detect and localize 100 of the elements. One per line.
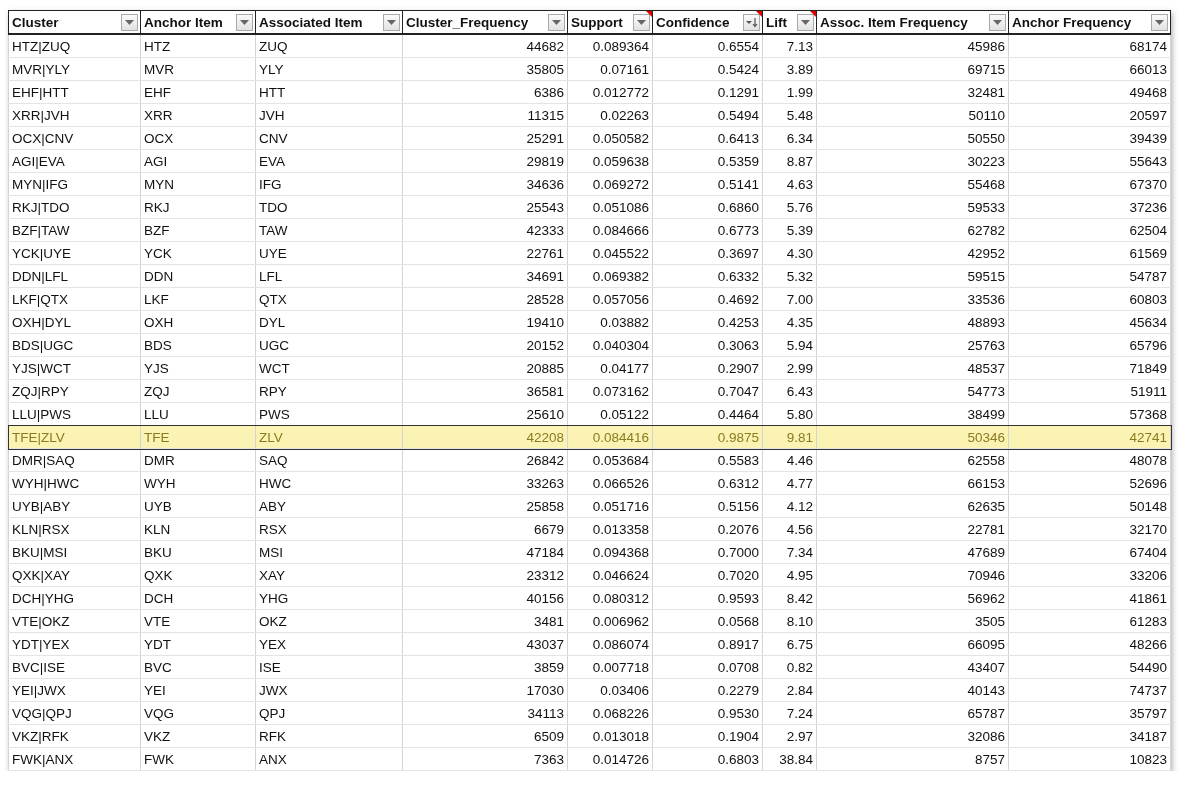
table-cell: 4.12: [762, 494, 817, 518]
table-row[interactable]: LLU|PWS LLU PWS 25610 0.05122 0.4464 5.80 38499 57368: [8, 402, 1171, 426]
table-row[interactable]: DMR|SAQ DMR SAQ 26842 0.053684 0.5583 4.46 62558 48078: [8, 448, 1171, 472]
table-row[interactable]: VKZ|RFK VKZ RFK 6509 0.013018 0.1904 2.97 32086 34187: [8, 724, 1171, 748]
table-cell: 0.6413: [652, 126, 763, 150]
table-cell: 6386: [402, 80, 568, 104]
filter-button[interactable]: [1151, 13, 1168, 31]
table-cell: 17030: [402, 678, 568, 702]
table-cell: YDT: [140, 632, 256, 656]
table-cell: HTZ|ZUQ: [8, 34, 141, 58]
table-row[interactable]: MVR|YLY MVR YLY 35805 0.07161 0.5424 3.89 69715 66013: [8, 57, 1171, 81]
table-cell: 3.89: [762, 57, 817, 81]
table-cell: 3859: [402, 655, 568, 679]
selected-table-row[interactable]: TFE|ZLV TFE ZLV 42208 0.084416 0.9875 9.81 50346 42741: [8, 425, 1171, 449]
table-row[interactable]: AGI|EVA AGI EVA 29819 0.059638 0.5359 8.87 30223 55643: [8, 149, 1171, 173]
table-cell: 0.068226: [567, 701, 653, 725]
table-row[interactable]: ZQJ|RPY ZQJ RPY 36581 0.073162 0.7047 6.43 54773 51911: [8, 379, 1171, 403]
table-cell: 0.5359: [652, 149, 763, 173]
column-header: Anchor Item: [144, 14, 223, 30]
table-row[interactable]: VQG|QPJ VQG QPJ 34113 0.068226 0.9530 7.24 65787 35797: [8, 701, 1171, 725]
table-cell: 0.4253: [652, 310, 763, 334]
table-row[interactable]: EHF|HTT EHF HTT 6386 0.012772 0.1291 1.99 32481 49468: [8, 80, 1171, 104]
table-row[interactable]: VTE|OKZ VTE OKZ 3481 0.006962 0.0568 8.10 3505 61283: [8, 609, 1171, 633]
filter-button[interactable]: [743, 13, 760, 31]
table-row[interactable]: MYN|IFG MYN IFG 34636 0.069272 0.5141 4.63 55468 67370: [8, 172, 1171, 196]
filter-button[interactable]: [383, 13, 400, 31]
table-cell: MYN: [140, 172, 256, 196]
table-row[interactable]: FWK|ANX FWK ANX 7363 0.014726 0.6803 38.84 8757 10823: [8, 747, 1171, 771]
table-row[interactable]: YJS|WCT YJS WCT 20885 0.04177 0.2907 2.99 48537 71849: [8, 356, 1171, 380]
table-cell: 45634: [1008, 310, 1171, 334]
table-row[interactable]: UYB|ABY UYB ABY 25858 0.051716 0.5156 4.12 62635 50148: [8, 494, 1171, 518]
table-cell: 33263: [402, 471, 568, 495]
table-cell: SAQ: [255, 448, 403, 472]
table-cell: DMR: [140, 448, 256, 472]
table-cell: 47689: [816, 540, 1009, 564]
table-cell: DMR|SAQ: [8, 448, 141, 472]
table-row[interactable]: RKJ|TDO RKJ TDO 25543 0.051086 0.6860 5.76 59533 37236: [8, 195, 1171, 219]
table-cell: TFE: [140, 425, 256, 449]
table-cell: 67404: [1008, 540, 1171, 564]
table-cell: HTT: [255, 80, 403, 104]
table-row[interactable]: BZF|TAW BZF TAW 42333 0.084666 0.6773 5.39 62782 62504: [8, 218, 1171, 242]
filter-button[interactable]: [633, 13, 650, 31]
filter-button[interactable]: [236, 13, 253, 31]
dropdown-arrow-icon: [1155, 19, 1164, 25]
table-row[interactable]: WYH|HWC WYH HWC 33263 0.066526 0.6312 4.77 66153 52696: [8, 471, 1171, 495]
table-row[interactable]: DDN|LFL DDN LFL 34691 0.069382 0.6332 5.32 59515 54787: [8, 264, 1171, 288]
table-row[interactable]: YDT|YEX YDT YEX 43037 0.086074 0.8917 6.75 66095 48266: [8, 632, 1171, 656]
table-cell: 60803: [1008, 287, 1171, 311]
table-row[interactable]: DCH|YHG DCH YHG 40156 0.080312 0.9593 8.42 56962 41861: [8, 586, 1171, 610]
table-cell: 47184: [402, 540, 568, 564]
table-cell: 11315: [402, 103, 568, 127]
table-row[interactable]: BVC|ISE BVC ISE 3859 0.007718 0.0708 0.82 43407 54490: [8, 655, 1171, 679]
table-cell: 4.56: [762, 517, 817, 541]
table-cell: DCH|YHG: [8, 586, 141, 610]
table-row[interactable]: YEI|JWX YEI JWX 17030 0.03406 0.2279 2.84 40143 74737: [8, 678, 1171, 702]
table-cell: OXH: [140, 310, 256, 334]
filter-button[interactable]: [797, 13, 814, 31]
table-cell: 67370: [1008, 172, 1171, 196]
table-cell: 50550: [816, 126, 1009, 150]
table-cell: 50346: [816, 425, 1009, 449]
filter-button[interactable]: [989, 13, 1006, 31]
table-row[interactable]: BKU|MSI BKU MSI 47184 0.094368 0.7000 7.34 47689 67404: [8, 540, 1171, 564]
table-cell: 0.6803: [652, 747, 763, 771]
filter-button[interactable]: [548, 13, 565, 31]
table-cell: 48266: [1008, 632, 1171, 656]
table-row[interactable]: HTZ|ZUQ HTZ ZUQ 44682 0.089364 0.6554 7.13 45986 68174: [8, 34, 1171, 58]
table-cell: VQG: [140, 701, 256, 725]
filter-button[interactable]: [121, 13, 138, 31]
table-cell: 0.2279: [652, 678, 763, 702]
column-header: Confidence: [656, 14, 730, 30]
table-cell: 0.9875: [652, 425, 763, 449]
table-cell: 3481: [402, 609, 568, 633]
table-cell: 50148: [1008, 494, 1171, 518]
table-cell: 0.006962: [567, 609, 653, 633]
table-cell: TFE|ZLV: [8, 425, 141, 449]
table-row[interactable]: LKF|QTX LKF QTX 28528 0.057056 0.4692 7.00 33536 60803: [8, 287, 1171, 311]
column-header: Lift: [766, 14, 787, 30]
table-row[interactable]: QXK|XAY QXK XAY 23312 0.046624 0.7020 4.95 70946 33206: [8, 563, 1171, 587]
table-row[interactable]: XRR|JVH XRR JVH 11315 0.02263 0.5494 5.48 50110 20597: [8, 103, 1171, 127]
table-cell: 74737: [1008, 678, 1171, 702]
table-cell: 29819: [402, 149, 568, 173]
table-cell: ANX: [255, 747, 403, 771]
table-row[interactable]: KLN|RSX KLN RSX 6679 0.013358 0.2076 4.56 22781 32170: [8, 517, 1171, 541]
table-cell: VTE: [140, 609, 256, 633]
table-cell: YEI|JWX: [8, 678, 141, 702]
table-row[interactable]: BDS|UGC BDS UGC 20152 0.040304 0.3063 5.94 25763 65796: [8, 333, 1171, 357]
table-cell: 0.012772: [567, 80, 653, 104]
table-row[interactable]: YCK|UYE YCK UYE 22761 0.045522 0.3697 4.30 42952 61569: [8, 241, 1171, 265]
table-row[interactable]: OCX|CNV OCX CNV 25291 0.050582 0.6413 6.34 50550 39439: [8, 126, 1171, 150]
table-cell: MVR: [140, 57, 256, 81]
table-cell: HTZ: [140, 34, 256, 58]
table-cell: BVC: [140, 655, 256, 679]
table-cell: FWK: [140, 747, 256, 771]
table-cell: YCK: [140, 241, 256, 265]
table-row[interactable]: OXH|DYL OXH DYL 19410 0.03882 0.4253 4.35 48893 45634: [8, 310, 1171, 334]
table-cell: 41861: [1008, 586, 1171, 610]
table-cell: QPJ: [255, 701, 403, 725]
table-cell: XRR|JVH: [8, 103, 141, 127]
table-cell: CNV: [255, 126, 403, 150]
table-cell: WCT: [255, 356, 403, 380]
